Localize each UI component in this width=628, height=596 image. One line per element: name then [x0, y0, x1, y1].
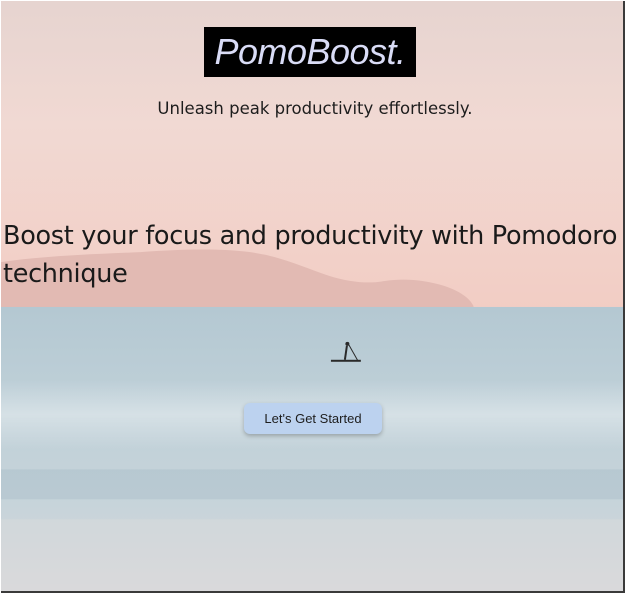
get-started-button[interactable]: Let's Get Started [244, 403, 382, 434]
hero-headline: Boost your focus and productivity with P… [3, 221, 618, 289]
page: PomoBoost. Unleash peak productivity eff… [1, 1, 625, 593]
logo[interactable]: PomoBoost. [204, 27, 416, 77]
hero-background-image [1, 1, 623, 591]
logo-text: PomoBoost. [214, 31, 406, 72]
tagline: Unleash peak productivity effortlessly. [157, 99, 473, 118]
